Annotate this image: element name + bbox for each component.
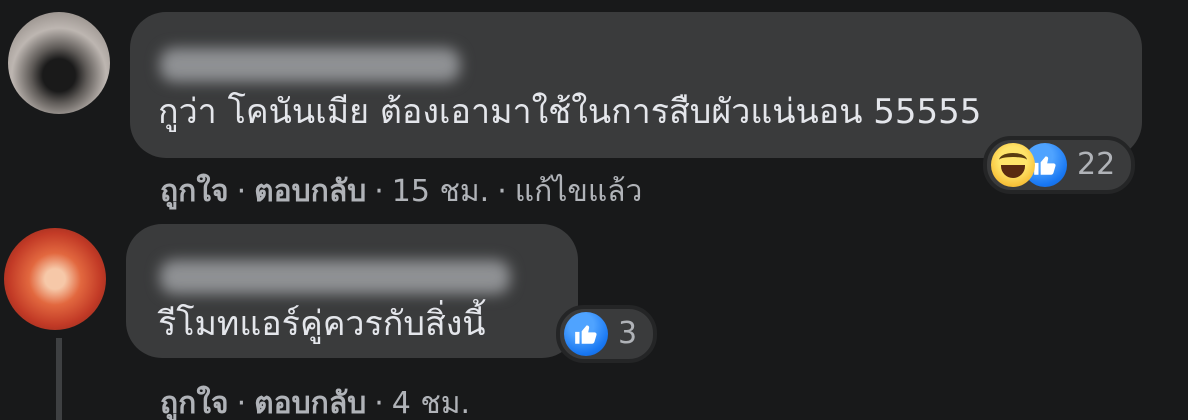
separator: · — [497, 174, 507, 209]
comment-thread: กูว่า โคนันเมีย ต้องเอามาใช้ในการสืบผัวแ… — [0, 0, 1188, 420]
separator: · — [374, 174, 384, 209]
reaction-summary[interactable]: 3 — [556, 305, 658, 363]
author-name-blurred[interactable] — [160, 48, 460, 82]
like-link[interactable]: ถูกใจ — [160, 386, 229, 420]
comment-text: กูว่า โคนันเมีย ต้องเอามาใช้ในการสืบผัวแ… — [158, 92, 982, 132]
separator: · — [374, 386, 384, 420]
comment-bubble: รีโมทแอร์คู่ควรกับสิ่งนี้ — [126, 224, 578, 358]
author-name-blurred[interactable] — [160, 260, 510, 294]
haha-icon — [991, 143, 1035, 187]
comment-actions: ถูกใจ · ตอบกลับ · 4 ชม. — [160, 384, 470, 420]
reply-thread-line — [56, 338, 62, 420]
reaction-summary[interactable]: 22 — [983, 136, 1136, 194]
separator: · — [236, 386, 247, 420]
comment-bubble: กูว่า โคนันเมีย ต้องเอามาใช้ในการสืบผัวแ… — [130, 12, 1142, 158]
reaction-count: 22 — [1077, 147, 1116, 182]
timestamp-link[interactable]: 15 ชม. — [392, 174, 489, 209]
timestamp-link[interactable]: 4 ชม. — [392, 386, 470, 420]
avatar[interactable] — [8, 12, 110, 114]
comment-text: รีโมทแอร์คู่ควรกับสิ่งนี้ — [158, 304, 486, 344]
separator: · — [236, 174, 247, 209]
reply-link[interactable]: ตอบกลับ — [254, 386, 366, 420]
reaction-count: 3 — [618, 316, 638, 351]
like-icon — [564, 312, 608, 356]
avatar[interactable] — [4, 228, 106, 330]
edited-link[interactable]: แก้ไขแล้ว — [515, 174, 643, 209]
comment-actions: ถูกใจ · ตอบกลับ · 15 ชม. · แก้ไขแล้ว — [160, 172, 642, 212]
like-link[interactable]: ถูกใจ — [160, 174, 229, 209]
reply-link[interactable]: ตอบกลับ — [254, 174, 366, 209]
